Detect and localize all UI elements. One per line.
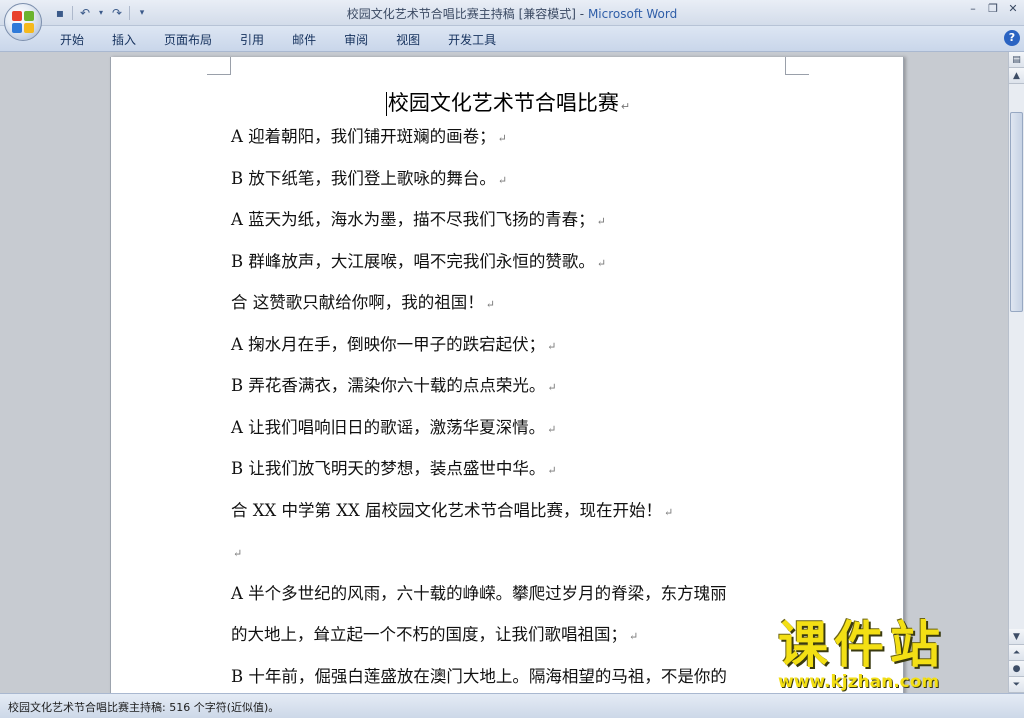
tab-review[interactable]: 审阅 (344, 31, 368, 48)
office-logo-icon (12, 11, 34, 33)
document-line: ↵ (231, 542, 791, 584)
scroll-down-icon[interactable]: ▼ (1009, 629, 1024, 645)
next-page-icon[interactable]: ⏷ (1009, 677, 1024, 693)
document-workspace: 校园文化艺术节合唱比赛 ↵ A 迎着朝阳，我们铺开斑斓的画卷； ↵ B 放下纸笔，我们… (0, 52, 1008, 693)
paragraph-mark: ↵ (485, 298, 495, 311)
document-line-text: 合 XX 中学第 XX 届校园文化艺术节合唱比赛，现在开始！ (231, 500, 662, 520)
document-line: B 弄花香满衣，濡染你六十载的点点荣光。 ↵ (231, 376, 791, 418)
margin-corner-mark (785, 57, 809, 75)
restore-icon[interactable]: ❐ (986, 2, 1000, 16)
tab-mailings[interactable]: 邮件 (292, 31, 316, 48)
document-line-text: B 让我们放飞明天的梦想，装点盛世中华。 (231, 459, 546, 478)
paragraph-mark: ↵ (547, 339, 557, 353)
tab-page-layout[interactable]: 页面布局 (164, 31, 212, 48)
document-page[interactable]: 校园文化艺术节合唱比赛 ↵ A 迎着朝阳，我们铺开斑斓的画卷； ↵ B 放下纸笔，我们… (110, 57, 904, 693)
paragraph-mark: ↵ (547, 464, 557, 477)
site-watermark: 课件站 www.kjzhan.com (778, 617, 1010, 693)
document-name: 校园文化艺术节合唱比赛主持稿 [兼容模式] (346, 7, 576, 21)
document-line: A 掬水月在手，倒映你一甲子的跌宕起伏； ↵ (231, 335, 791, 377)
window-title: 校园文化艺术节合唱比赛主持稿 [兼容模式] - Microsoft Word (0, 5, 1024, 22)
document-line: 的大地上，耸立起一个不朽的国度，让我们歌唱祖国； ↵ (231, 625, 791, 667)
document-line-text: B 群峰放声，大江展喉，唱不完我们永恒的赞歌。 (231, 251, 595, 271)
paragraph-mark: ↵ (663, 505, 674, 519)
paragraph-mark: ↵ (547, 381, 557, 394)
document-line: B 放下纸笔，我们登上歌咏的舞台。 ↵ (231, 169, 791, 211)
document-line-text: A 让我们唱响旧日的歌谣，激荡华夏深情。 (231, 417, 546, 437)
previous-page-icon[interactable]: ⏶ (1009, 645, 1024, 661)
vertical-scrollbar[interactable]: ▤ ▲ ▼ ⏶ ● ⏷ (1008, 52, 1024, 693)
document-line-text: 合 这赞歌只献给你啊，我的祖国！ (231, 293, 484, 312)
status-word-count: 校园文化艺术节合唱比赛主持稿: 516 个字符(近似值)。 (8, 701, 280, 714)
watermark-brand: 课件站 (778, 616, 946, 674)
margin-corner-mark (207, 57, 231, 75)
paragraph-mark: ↵ (497, 173, 508, 187)
document-line: B 十年前，倔强白莲盛放在澳门大地上。隔海相望的马祖，不是你的 (231, 667, 791, 694)
document-heading: 校园文化艺术节合唱比赛 ↵ (111, 87, 905, 117)
scroll-nav-buttons: ▼ ⏶ ● ⏷ (1009, 629, 1024, 693)
document-body: A 迎着朝阳，我们铺开斑斓的画卷； ↵ B 放下纸笔，我们登上歌咏的舞台。 ↵ A 蓝天… (231, 127, 791, 693)
paragraph-mark: ↵ (233, 547, 243, 560)
ribbon-tabs-bar: 开始 插入 页面布局 引用 邮件 审阅 视图 开发工具 ? (0, 26, 1024, 52)
document-line-text: A 掬水月在手，倒映你一甲子的跌宕起伏； (231, 334, 546, 354)
status-bar: 校园文化艺术节合唱比赛主持稿: 516 个字符(近似值)。 (0, 693, 1024, 718)
document-line-text: 的大地上，耸立起一个不朽的国度，让我们歌唱祖国； (231, 625, 627, 644)
help-icon[interactable]: ? (1004, 30, 1020, 46)
ribbon-tabs: 开始 插入 页面布局 引用 邮件 审阅 视图 开发工具 (60, 31, 524, 48)
document-line-text: A 半个多世纪的风雨，六十载的峥嵘。攀爬过岁月的脊梁，东方瑰丽 (231, 583, 727, 603)
document-line: B 让我们放飞明天的梦想，装点盛世中华。 ↵ (231, 459, 791, 501)
title-bar: ▪ ↶ ▾ ↷ ▾ 校园文化艺术节合唱比赛主持稿 [兼容模式] - Micros… (0, 0, 1024, 26)
document-line-text: B 十年前，倔强白莲盛放在澳门大地上。隔海相望的马祖，不是你的 (231, 666, 727, 686)
scroll-up-icon[interactable]: ▲ (1009, 68, 1024, 84)
browse-object-icon[interactable]: ● (1009, 661, 1024, 677)
paragraph-mark: ↵ (620, 100, 631, 113)
document-heading-text: 校园文化艺术节合唱比赛 (387, 91, 619, 115)
paragraph-mark: ↵ (596, 215, 606, 228)
ruler-toggle-icon[interactable]: ▤ (1009, 52, 1024, 68)
document-line: B 群峰放声，大江展喉，唱不完我们永恒的赞歌。 ↵ (231, 252, 791, 294)
document-line-text: A 迎着朝阳，我们铺开斑斓的画卷； (231, 127, 496, 146)
tab-insert[interactable]: 插入 (112, 31, 136, 48)
document-line: 合 XX 中学第 XX 届校园文化艺术节合唱比赛，现在开始！ ↵ (231, 501, 791, 543)
tab-home[interactable]: 开始 (60, 31, 84, 48)
scroll-thumb[interactable] (1010, 112, 1023, 312)
text-cursor (385, 92, 387, 116)
office-button[interactable] (4, 3, 42, 41)
title-separator: - (575, 7, 588, 21)
minimize-icon[interactable]: – (966, 2, 980, 16)
paragraph-mark: ↵ (629, 630, 639, 643)
document-line-text: B 放下纸笔，我们登上歌咏的舞台。 (231, 168, 496, 188)
document-line: A 蓝天为纸，海水为墨，描不尽我们飞扬的青春； ↵ (231, 210, 791, 252)
document-line: A 迎着朝阳，我们铺开斑斓的画卷； ↵ (231, 127, 791, 169)
tab-view[interactable]: 视图 (396, 31, 420, 48)
document-line: A 让我们唱响旧日的歌谣，激荡华夏深情。 ↵ (231, 418, 791, 460)
document-line: 合 这赞歌只献给你啊，我的祖国！ ↵ (231, 293, 791, 335)
document-line-text: A 蓝天为纸，海水为墨，描不尽我们飞扬的青春； (231, 210, 595, 229)
paragraph-mark: ↵ (497, 132, 507, 145)
window-controls: – ❐ ✕ (966, 2, 1020, 16)
tab-references[interactable]: 引用 (240, 31, 264, 48)
paragraph-mark: ↵ (547, 422, 557, 436)
close-icon[interactable]: ✕ (1006, 2, 1020, 16)
watermark-url: www.kjzhan.com (778, 672, 940, 692)
tab-developer[interactable]: 开发工具 (448, 31, 496, 48)
paragraph-mark: ↵ (596, 256, 607, 270)
document-line-text: B 弄花香满衣，濡染你六十载的点点荣光。 (231, 376, 546, 395)
app-name: Microsoft Word (587, 7, 678, 21)
document-line: A 半个多世纪的风雨，六十载的峥嵘。攀爬过岁月的脊梁，东方瑰丽 (231, 584, 791, 626)
